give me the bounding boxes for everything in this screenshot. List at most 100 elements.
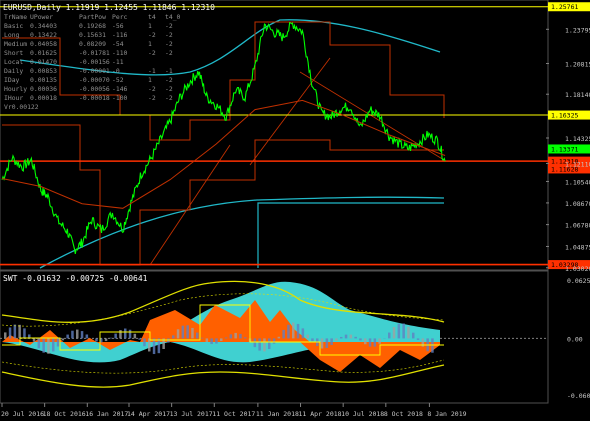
table-cell: 0.01470	[30, 58, 57, 66]
osc-histogram-bar	[258, 338, 261, 351]
osc-histogram-bar	[167, 338, 170, 343]
price-tick-label: 1.03020	[565, 265, 590, 273]
price-line	[1, 21, 446, 254]
time-tick-label: 10 Jul 2018	[341, 410, 384, 418]
osc-histogram-bar	[354, 336, 357, 339]
time-tick-label: 11 Apr 2018	[299, 410, 342, 418]
osc-histogram-bar	[272, 338, 276, 344]
table-cell: -110	[112, 49, 128, 57]
osc-histogram-bar	[359, 338, 362, 341]
osc-histogram-bar	[224, 337, 228, 339]
osc-histogram-bar	[80, 331, 84, 339]
table-cell: Hourly	[4, 85, 27, 93]
price-tick-label: 1.20815	[565, 61, 590, 69]
osc-histogram-bar	[196, 332, 199, 339]
osc-histogram-bar	[412, 332, 415, 339]
table-header-cell: t4_0	[165, 13, 181, 21]
osc-histogram-bar	[85, 334, 89, 339]
table-cell: -2	[165, 22, 173, 30]
time-tick-label: 16 Jan 2017	[85, 410, 128, 418]
osc-histogram-bar	[277, 336, 281, 339]
osc-histogram-bar	[104, 338, 108, 342]
chart-canvas[interactable]: 1.257611.163251.123101.032981.133711.116…	[0, 0, 590, 421]
time-tick-label: 11 Oct 2017	[212, 410, 255, 418]
table-cell: -2	[148, 85, 156, 93]
osc-histogram-bar	[32, 338, 36, 342]
osc-histogram-bar	[37, 338, 41, 349]
table-cell: 0.34403	[30, 22, 57, 30]
price-tick-label: 1.18140	[565, 91, 590, 99]
time-tick-label: 18 Oct 2016	[43, 410, 86, 418]
table-header-cell: Perc	[112, 13, 128, 21]
osc-histogram-bar	[13, 324, 17, 339]
osc-histogram-bar	[205, 338, 209, 342]
table-cell: -0.00001	[79, 67, 110, 75]
osc-histogram-bar	[220, 338, 223, 342]
table-cell: Short	[4, 49, 23, 57]
osc-cyan-lower-area	[2, 342, 330, 363]
table-cell: 0.00135	[30, 76, 57, 84]
osc-histogram-bar	[368, 338, 372, 347]
osc-histogram-bar	[143, 338, 146, 347]
table-cell: 0.00036	[30, 85, 57, 93]
osc-histogram-bar	[172, 335, 175, 339]
table-footer: Vr0.00122	[4, 103, 39, 111]
table-cell: 0.19268	[79, 22, 106, 30]
price-tick-label: 1.08670	[565, 200, 590, 208]
table-cell: 1	[148, 22, 152, 30]
table-cell: -0.00018	[79, 94, 110, 102]
teal-step-line	[257, 202, 444, 268]
osc-histogram-bar	[71, 330, 74, 339]
red-step-support	[2, 124, 444, 266]
chart-title: EURUSD,Daily 1.11919 1.12455 1.11846 1.1…	[3, 3, 215, 12]
table-header-cell: UPower	[30, 13, 53, 21]
osc-histogram-bar	[306, 334, 309, 339]
time-axis: 20 Jul 201618 Oct 2016 16 Jan 201714 Apr …	[1, 403, 467, 418]
table-cell: 1	[148, 40, 152, 48]
table-cell: -0.00056	[79, 85, 110, 93]
osc-histogram-bar	[52, 338, 55, 352]
osc-histogram-bar	[42, 338, 45, 353]
oscillator-panel[interactable]	[0, 270, 549, 404]
table-cell: -0.00070	[79, 76, 110, 84]
osc-histogram-bar	[268, 338, 271, 349]
osc-histogram-bar	[431, 338, 434, 353]
price-tick-label: 1.14325	[565, 135, 590, 143]
osc-histogram-bar	[330, 338, 333, 346]
trend-power-table: TrName UPower PartPow Perc t4 t4_0 Basic 0.3440…	[4, 13, 181, 111]
table-cell: 0.13422	[30, 31, 57, 39]
oscillator-drawings	[0, 280, 548, 388]
osc-histogram-bar	[18, 324, 21, 339]
table-cell: -2	[165, 94, 173, 102]
osc-histogram-bar	[157, 338, 161, 354]
oscillator-title: SWT -0.01632 -0.00725 -0.00641	[3, 274, 148, 283]
table-cell: IDay	[4, 76, 20, 84]
table-cell: 0.01625	[30, 49, 57, 57]
table-cell: -2	[165, 85, 173, 93]
osc-histogram-bar	[344, 334, 348, 339]
osc-histogram-bar	[66, 334, 69, 339]
table-cell: Long	[4, 31, 20, 39]
osc-histogram-bar	[287, 324, 290, 339]
osc-tick-label: -0.0605	[567, 392, 590, 400]
osc-histogram-bar	[152, 338, 156, 355]
osc-histogram-bar	[263, 338, 266, 352]
table-cell: Daily	[4, 67, 23, 75]
red-step-resistance	[2, 21, 445, 141]
osc-histogram-bar	[95, 338, 98, 342]
price-tick-label: 1.10540	[565, 178, 590, 186]
table-cell: -100	[112, 94, 128, 102]
osc-histogram-bar	[114, 333, 117, 339]
osc-histogram-bar	[23, 328, 26, 339]
table-cell: Medium	[4, 40, 27, 48]
osc-histogram-bar	[186, 325, 189, 339]
osc-histogram-bar	[239, 333, 242, 339]
price-tick-label: 1.04875	[565, 243, 590, 251]
osc-histogram-bar	[416, 338, 420, 340]
table-cell: -2	[148, 94, 156, 102]
table-cell: 0.15631	[79, 31, 106, 39]
osc-histogram-bar	[392, 327, 396, 339]
price-tag-label: 1.13371	[551, 145, 578, 153]
osc-histogram-bar	[292, 322, 295, 339]
table-cell: -2	[148, 49, 156, 57]
